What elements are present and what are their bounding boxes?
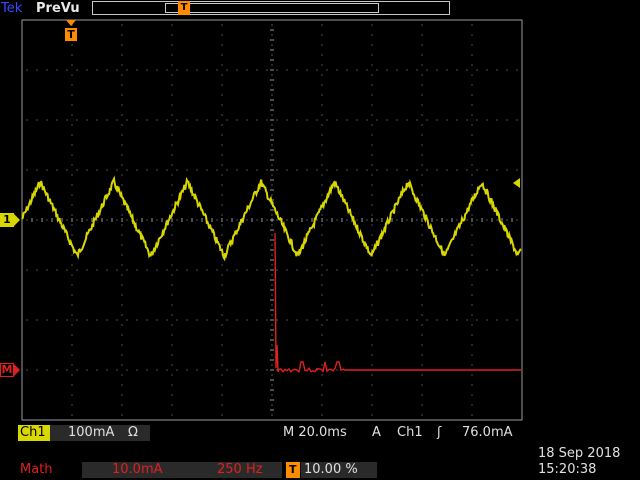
math-label: Math: [20, 462, 53, 477]
trigger-level: 76.0mA: [462, 425, 513, 440]
graticule: [21, 19, 523, 421]
acquisition-mode: PreVu: [36, 1, 80, 16]
acq-mode: A: [372, 425, 381, 440]
math-waveform: [274, 232, 521, 374]
date: 18 Sep 2018: [538, 446, 621, 461]
math-arrow-icon: [14, 364, 20, 376]
bottom-status-bar: Ch1 100mA Ω M 20.0ms A Ch1 ʃ 76.0mA Math…: [0, 422, 640, 480]
trigger-position-label: T: [289, 463, 297, 476]
timebase: M 20.0ms: [283, 425, 347, 440]
math-scale: 10.0mA: [112, 462, 163, 477]
scope-display: [14, 19, 523, 421]
time: 15:20:38: [538, 462, 597, 477]
trigger-source: Ch1: [397, 425, 423, 440]
channel1-ground-marker: 1: [0, 213, 14, 227]
math-ground-marker: M: [0, 363, 14, 377]
brand-logo: Tek: [1, 1, 23, 16]
rising-edge-icon: ʃ: [437, 425, 442, 440]
ch1-scale: 100mA: [68, 425, 115, 440]
math-frequency: 250 Hz: [217, 462, 263, 477]
trigger-position-percent: 10.00 %: [304, 462, 358, 477]
record-view-window: [165, 3, 379, 13]
ch1-unit-icon: Ω: [128, 425, 138, 440]
trigger-position-arrow-icon: [66, 20, 76, 26]
trigger-position-marker: T: [65, 28, 77, 41]
channel1-arrow-icon: [14, 214, 20, 226]
trigger-level-arrow-icon: [513, 178, 520, 188]
ch1-label: Ch1: [20, 425, 46, 440]
record-trigger-marker: T: [178, 1, 190, 15]
top-status-bar: Tek PreVu T: [0, 0, 640, 18]
